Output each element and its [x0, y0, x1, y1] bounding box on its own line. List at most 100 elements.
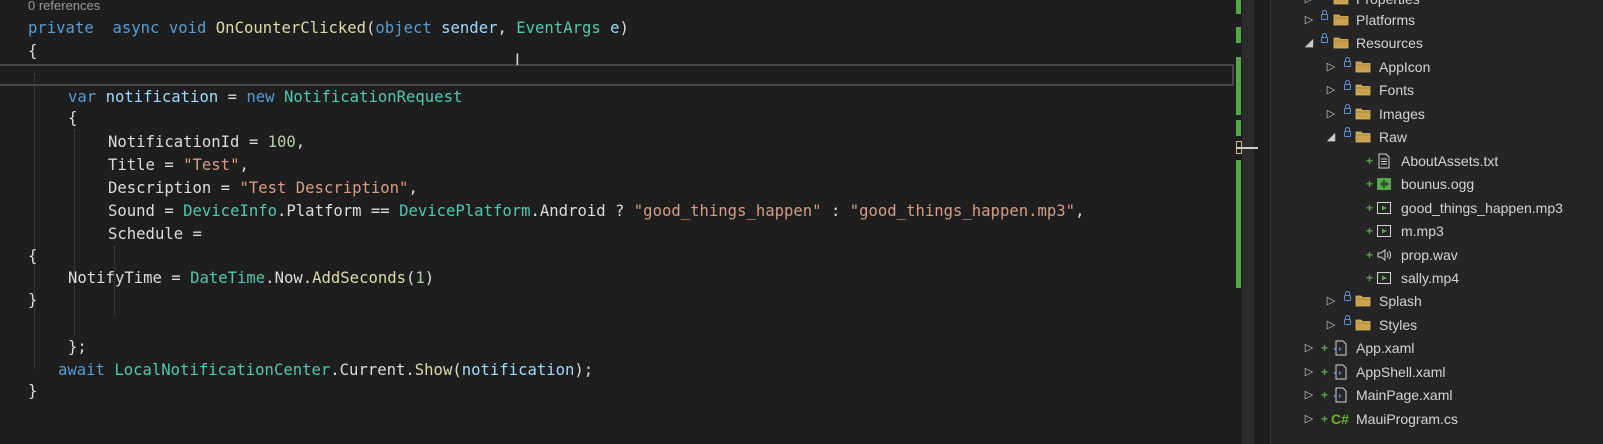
expand-arrow-icon[interactable]: ▷ [1326, 79, 1336, 101]
token-property: Now [274, 269, 303, 287]
tree-item-label: m.mp3 [1401, 223, 1444, 239]
codelens-references[interactable]: 0 references [28, 0, 100, 13]
code-line-10[interactable]: Schedule = [108, 224, 202, 244]
token-operator: == [361, 202, 400, 220]
tree-item-label: good_things_happen.mp3 [1401, 200, 1563, 216]
tree-item-mauiprogram-cs[interactable]: ▷ + C# MauiProgram.cs [1271, 408, 1603, 430]
code-line-2[interactable]: { [28, 41, 37, 61]
vertical-scrollbar[interactable] [1236, 0, 1256, 444]
token-type: LocalNotificationCenter [114, 361, 331, 379]
text-file-icon [1376, 153, 1392, 169]
code-line-7[interactable]: Title = "Test", [108, 155, 249, 175]
tree-item-prop-wav[interactable]: + prop.wav [1271, 244, 1603, 266]
code-line-5[interactable]: { [68, 108, 77, 128]
token-punct: ) [619, 19, 629, 37]
token-punct: . [302, 269, 313, 287]
code-line-15[interactable]: }; [68, 337, 87, 357]
token-property: Platform [286, 202, 362, 220]
code-line-13[interactable]: } [28, 290, 37, 310]
token-number: 1 [415, 269, 425, 287]
scrollbar-track[interactable] [1242, 0, 1254, 444]
code-line-1[interactable]: private async void OnCounterClicked(obje… [28, 18, 629, 38]
tree-item-resources[interactable]: ◢ Resources [1271, 32, 1603, 54]
media-file-icon [1376, 200, 1392, 216]
token-operator: = [183, 225, 202, 243]
token-punct: , [497, 19, 517, 37]
tree-item-styles[interactable]: ▷ Styles [1271, 314, 1603, 336]
token-keyword: void [168, 19, 207, 37]
token-method: OnCounterClicked [215, 19, 367, 37]
token-variable: notification [105, 88, 219, 106]
tree-item-fonts[interactable]: ▷ Fonts [1271, 79, 1603, 101]
tree-item-images[interactable]: ▷ Images [1271, 103, 1603, 125]
tree-item-m-mp3[interactable]: + m.mp3 [1271, 220, 1603, 242]
code-line-12[interactable]: NotifyTime = DateTime.Now.AddSeconds(1) [68, 268, 434, 288]
folder-icon [1333, 0, 1349, 7]
folder-icon [1355, 129, 1371, 145]
expand-arrow-icon[interactable]: ▷ [1304, 384, 1314, 406]
tree-item-bounus[interactable]: + bounus.ogg [1271, 173, 1603, 195]
lock-icon [1321, 33, 1328, 43]
code-line-11[interactable]: { [28, 246, 37, 266]
tree-item-mainpage-xaml[interactable]: ▷ + MainPage.xaml [1271, 384, 1603, 406]
token-punct: ( [406, 269, 416, 287]
current-line-highlight [0, 64, 1234, 86]
media-file-icon [1376, 223, 1392, 239]
token-keyword: object [375, 19, 432, 37]
expand-arrow-icon[interactable]: ▷ [1326, 103, 1336, 125]
code-line-16[interactable]: await LocalNotificationCenter.Current.Sh… [58, 360, 593, 380]
token-variable: notification [461, 361, 575, 379]
folder-icon [1355, 82, 1371, 98]
token-type: NotificationRequest [283, 88, 463, 106]
token-type: EventArgs [516, 19, 601, 37]
change-marker [1236, 27, 1241, 43]
token-type: DevicePlatform [399, 202, 531, 220]
token-property: Android [539, 202, 606, 220]
tree-item-good-things-happen[interactable]: + good_things_happen.mp3 [1271, 197, 1603, 219]
expand-arrow-icon[interactable]: ▷ [1304, 337, 1314, 359]
lock-icon [1321, 10, 1328, 20]
expand-arrow-icon[interactable]: ▷ [1304, 9, 1314, 31]
tree-item-aboutassets[interactable]: + AboutAssets.txt [1271, 150, 1603, 172]
tree-item-label: Raw [1379, 129, 1408, 145]
code-line-17[interactable]: } [28, 381, 37, 401]
expand-arrow-icon[interactable]: ▷ [1326, 56, 1336, 78]
tree-item-app-xaml[interactable]: ▷ + App.xaml [1271, 337, 1603, 359]
expand-arrow-icon[interactable]: ▷ [1326, 314, 1336, 336]
added-plus-icon: + [1366, 201, 1374, 215]
token-punct: ); [574, 361, 594, 379]
token-punct: ( [366, 19, 376, 37]
tree-item-sally-mp4[interactable]: + sally.mp4 [1271, 267, 1603, 289]
code-line-9[interactable]: Sound = DeviceInfo.Platform == DevicePla… [108, 201, 1084, 221]
added-plus-icon: + [1366, 224, 1374, 238]
expand-arrow-icon[interactable]: ▷ [1326, 290, 1336, 312]
audio-file-icon [1376, 176, 1392, 192]
tree-item-platforms[interactable]: ▷ Platforms [1271, 9, 1603, 31]
code-editor[interactable]: 0 references private async void OnCounte… [0, 0, 1236, 444]
expand-arrow-icon[interactable]: ▷ [1304, 408, 1314, 430]
tree-item-label: sally.mp4 [1401, 270, 1460, 286]
token-keyword: private [28, 19, 94, 37]
csharp-file-icon: C# [1331, 411, 1349, 427]
token-keyword: new [246, 88, 275, 106]
tree-item-splash[interactable]: ▷ Splash [1271, 290, 1603, 312]
expand-arrow-icon[interactable]: ▷ [1304, 361, 1314, 383]
collapse-arrow-icon[interactable]: ◢ [1304, 32, 1314, 54]
code-line-8[interactable]: Description = "Test Description", [108, 178, 418, 198]
token-operator: = [154, 156, 184, 174]
collapse-arrow-icon[interactable]: ◢ [1326, 126, 1336, 148]
tree-item-appshell-xaml[interactable]: ▷ + AppShell.xaml [1271, 361, 1603, 383]
token-punct: . [530, 202, 540, 220]
tree-item-label: prop.wav [1401, 247, 1458, 263]
code-line-6[interactable]: NotificationId = 100, [108, 132, 305, 152]
code-line-4[interactable]: var notification = new NotificationReque… [68, 87, 462, 107]
solution-explorer: ▷ Properties ▷ Platforms ◢ Resources ▷ A… [1270, 0, 1603, 444]
token-operator: = [239, 133, 268, 151]
tree-item-label: AppShell.xaml [1356, 364, 1446, 380]
tree-item-raw[interactable]: ◢ Raw [1271, 126, 1603, 148]
token-method: Show [414, 361, 453, 379]
folder-icon [1333, 35, 1349, 51]
tree-item-appicon[interactable]: ▷ AppIcon [1271, 56, 1603, 78]
tree-item-label: App.xaml [1356, 340, 1415, 356]
token-property: Description [108, 179, 212, 197]
